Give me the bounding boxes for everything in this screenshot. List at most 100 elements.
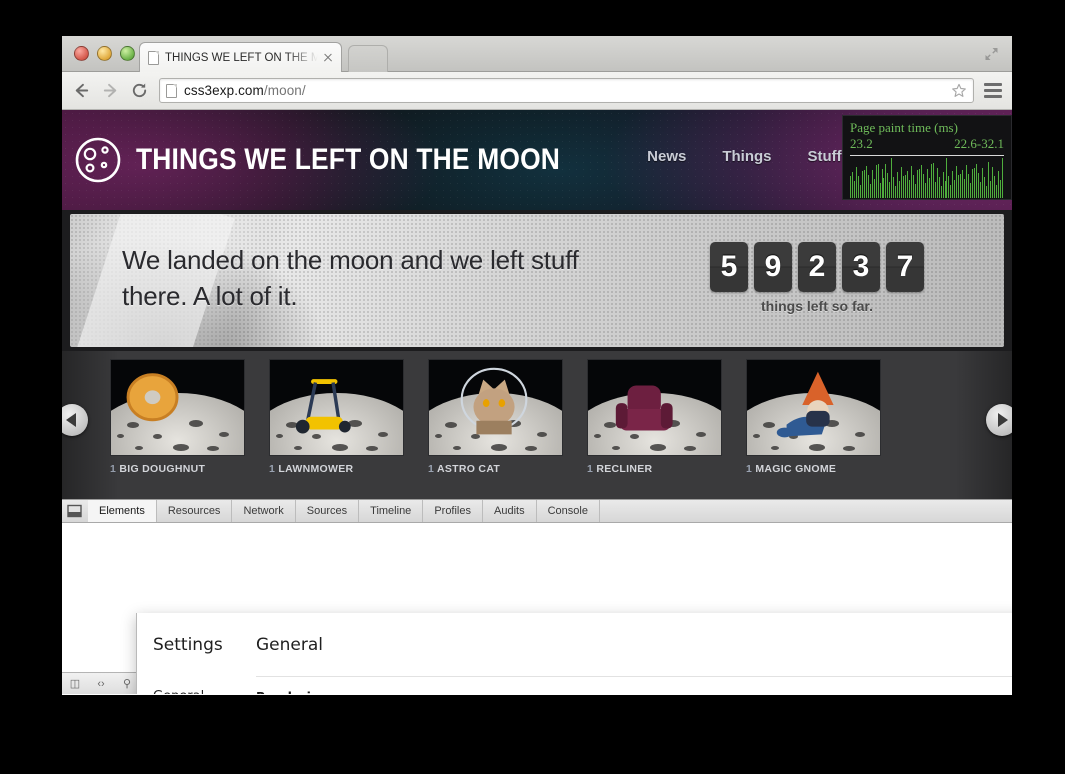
paint-graph-bar [913, 175, 914, 198]
minimize-window-button[interactable] [97, 46, 112, 61]
fullscreen-icon[interactable] [983, 46, 1000, 62]
settings-content-panel: General Rendering Show paint rectangles … [242, 613, 1012, 694]
desktop-background: THINGS WE LEFT ON THE MOON [0, 0, 1065, 774]
paint-graph-bar [901, 167, 903, 198]
nav-link-stuff[interactable]: Stuff [808, 148, 842, 165]
carousel-card[interactable]: 1 LAWNMOWER [269, 359, 404, 475]
paint-graph-bar [981, 168, 983, 198]
devtools-tab-resources[interactable]: Resources [157, 500, 233, 522]
dock-to-bottom-icon[interactable]: ◫ [62, 677, 88, 690]
paint-graph-bar [885, 164, 887, 198]
settings-nav-general[interactable]: General [153, 684, 242, 694]
nav-link-news[interactable]: News [647, 148, 686, 165]
forward-arrow-icon[interactable] [101, 81, 120, 100]
devtools-tab-timeline[interactable]: Timeline [359, 500, 424, 522]
hamburger-menu-icon[interactable] [984, 83, 1002, 98]
devtools-tab-elements[interactable]: Elements [88, 500, 157, 522]
back-arrow-icon[interactable] [72, 81, 91, 100]
paint-graph-bar [914, 184, 916, 198]
recliner-on-moon [615, 385, 673, 431]
counter-digit: 3 [842, 242, 880, 292]
moon-icon [75, 137, 121, 183]
paint-graph-bar [942, 172, 944, 198]
address-bar-url: css3exp.com/moon/ [184, 83, 306, 98]
devtools-tab-sources[interactable]: Sources [296, 500, 360, 522]
hero-banner: We landed on the moon and we left stuff … [70, 214, 1004, 347]
paint-graph-bar [966, 165, 968, 198]
devtools-tab-console[interactable]: Console [537, 500, 600, 522]
browser-tab-strip: THINGS WE LEFT ON THE MOON [62, 36, 1012, 72]
menu-line [984, 95, 1002, 98]
paint-widget-title: Page paint time (ms) [850, 120, 958, 135]
browser-tab[interactable]: THINGS WE LEFT ON THE MOON [139, 42, 342, 72]
paint-graph-bar [932, 163, 934, 198]
paint-graph-bar [936, 168, 938, 198]
lawnmower-on-moon [295, 379, 351, 434]
paint-graph-bar [983, 177, 985, 198]
counter-digits: 59237 [710, 242, 924, 292]
paint-graph-bar [871, 170, 873, 198]
page-favicon-icon [148, 50, 159, 65]
paint-graph-bar [985, 186, 987, 198]
paint-graph-bar [960, 174, 962, 198]
paint-graph-bar [850, 176, 851, 198]
paint-graph-bar [946, 158, 948, 198]
paint-graph-bar [954, 180, 956, 198]
counter-digit: 2 [798, 242, 836, 292]
things-counter: 59237 things left so far. [710, 242, 924, 314]
browser-tab-title: THINGS WE LEFT ON THE MOON [165, 51, 321, 64]
reload-icon[interactable] [130, 81, 149, 100]
devtools-tab-network[interactable]: Network [232, 500, 296, 522]
previous-arrow-icon[interactable] [62, 404, 88, 436]
settings-panel-title: General [256, 635, 323, 655]
rendering-section: Rendering Show paint rectangles Show FPS… [242, 677, 1012, 694]
hero-headline: We landed on the moon and we left stuff … [122, 245, 579, 311]
nav-link-things[interactable]: Things [722, 148, 771, 165]
address-bar[interactable]: css3exp.com/moon/ [159, 78, 974, 103]
paint-graph-bar [958, 175, 960, 198]
format-icon[interactable]: ‹› [88, 678, 114, 690]
settings-dialog-title: Settings [153, 635, 223, 655]
card-thumbnail[interactable] [587, 359, 722, 456]
paint-graph-bar [999, 180, 1001, 198]
carousel-card[interactable]: 1 MAGIC GNOME [746, 359, 881, 475]
devtools-tab-audits[interactable]: Audits [483, 500, 537, 522]
counter-digit: 7 [886, 242, 924, 292]
new-tab-button[interactable] [348, 45, 388, 72]
paint-graph-bar [995, 185, 997, 198]
carousel-card[interactable]: 1 ASTRO CAT [428, 359, 563, 475]
dock-to-bottom-icon[interactable] [66, 503, 83, 519]
counter-digit: 5 [710, 242, 748, 292]
paint-graph-bar [873, 179, 875, 198]
rendering-heading: Rendering [256, 689, 1012, 694]
paint-graph-bar [987, 162, 989, 198]
maximize-window-button[interactable] [120, 46, 135, 61]
paint-graph-bar [964, 179, 966, 198]
paint-graph-bar [863, 170, 865, 198]
next-arrow-icon[interactable] [986, 404, 1012, 436]
devtools-tab-profiles[interactable]: Profiles [423, 500, 483, 522]
card-thumbnail[interactable] [269, 359, 404, 456]
paint-graph-bar [891, 158, 893, 198]
close-window-button[interactable] [74, 46, 89, 61]
carousel-card[interactable]: 1 RECLINER [587, 359, 722, 475]
close-icon[interactable] [321, 51, 335, 65]
site-title: THINGS WE LEFT ON THE MOON [136, 143, 561, 176]
site-brand[interactable]: THINGS WE LEFT ON THE MOON [74, 136, 618, 184]
paint-graph-bar [879, 183, 881, 198]
card-thumbnail[interactable] [428, 359, 563, 456]
doughnut-on-moon [126, 373, 179, 422]
site-header: THINGS WE LEFT ON THE MOON News Things S… [62, 110, 1012, 210]
star-icon[interactable] [951, 83, 967, 99]
paint-graph-bar [952, 171, 954, 198]
card-thumbnail[interactable] [746, 359, 881, 456]
card-label: 1 MAGIC GNOME [746, 463, 837, 475]
card-label: 1 ASTRO CAT [428, 463, 501, 475]
carousel-card[interactable]: 1 BIG DOUGHNUT [110, 359, 245, 475]
paint-graph-bar [972, 169, 974, 198]
card-thumbnail[interactable] [110, 359, 245, 456]
paint-time-widget: Page paint time (ms) 23.2 22.6-32.1 [842, 115, 1012, 200]
paint-graph-bar [1001, 158, 1003, 198]
paint-graph-bar [997, 171, 999, 198]
paint-graph-bar [851, 172, 853, 198]
